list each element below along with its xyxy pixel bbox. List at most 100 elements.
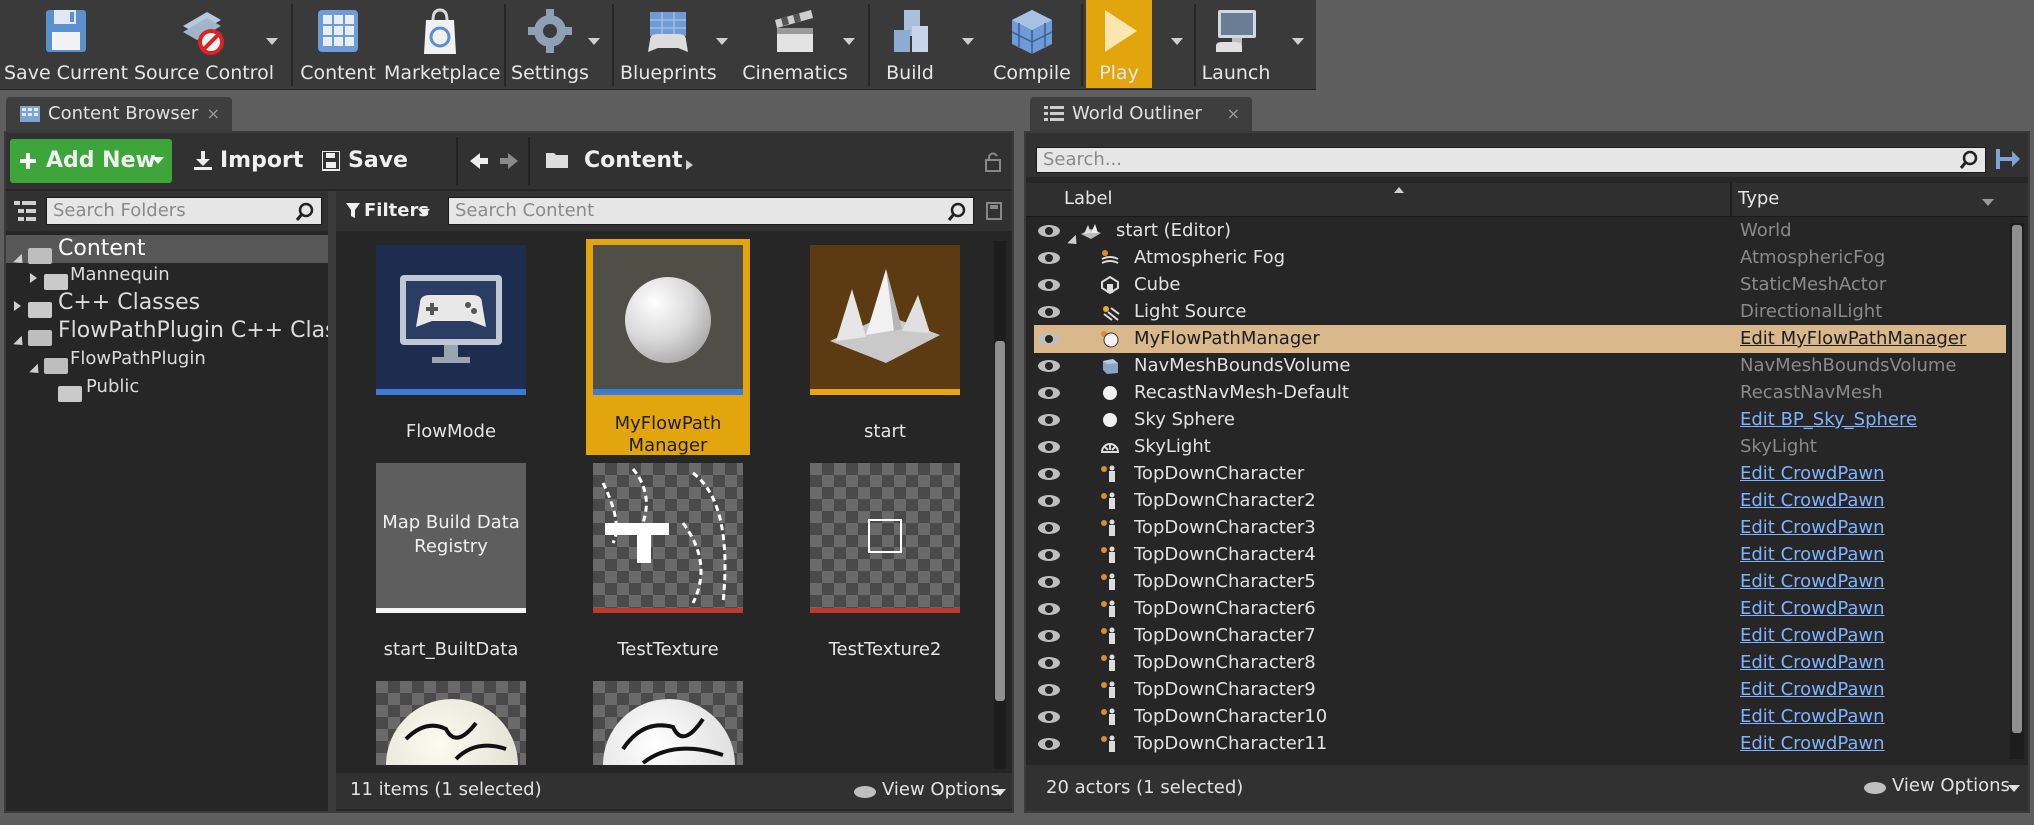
edit-actor-link[interactable]: Edit CrowdPawn <box>1740 649 1885 677</box>
outliner-row-world[interactable]: start (Editor) World <box>1034 217 2006 249</box>
outliner-row-myflowpathmanager[interactable]: MyFlowPathManager Edit MyFlowPathManager <box>1034 325 2006 353</box>
visibility-eye-icon[interactable] <box>1038 684 1060 696</box>
tree-item-cpp-classes[interactable]: C++ Classes <box>6 289 328 318</box>
play-button[interactable]: Play <box>1086 0 1152 88</box>
blueprints-dropdown-arrow[interactable] <box>716 38 728 45</box>
edit-actor-link[interactable]: Edit CrowdPawn <box>1740 541 1885 569</box>
panel-splitter[interactable] <box>328 191 336 811</box>
outliner-row-navmeshboundsvolume[interactable]: NavMeshBoundsVolume NavMeshBoundsVolume <box>1034 352 2006 380</box>
asset-tile-flowmode[interactable]: FlowMode <box>376 245 526 445</box>
chevron-down-icon[interactable] <box>1982 199 1994 206</box>
search-content-input[interactable]: Search Content <box>448 197 974 225</box>
outliner-row-recastnavmesh[interactable]: RecastNavMesh-Default RecastNavMesh <box>1034 379 2006 407</box>
visibility-eye-icon[interactable] <box>1038 711 1060 723</box>
tree-item-mannequin[interactable]: Mannequin <box>6 261 328 290</box>
collapse-arrow-icon[interactable] <box>30 262 37 290</box>
tree-item-public[interactable]: Public <box>6 373 328 402</box>
breadcrumb-content[interactable]: Content <box>584 139 683 183</box>
outliner-search-input[interactable]: Search... <box>1036 147 1986 173</box>
edit-actor-link[interactable]: Edit CrowdPawn <box>1740 622 1885 650</box>
visibility-eye-icon[interactable] <box>1038 225 1060 237</box>
tree-item-content[interactable]: Content <box>6 235 328 268</box>
visibility-eye-icon[interactable] <box>1038 387 1060 399</box>
edit-actor-link[interactable]: Edit CrowdPawn <box>1740 703 1885 731</box>
save-search-icon[interactable] <box>986 202 1002 220</box>
visibility-eye-icon[interactable] <box>1038 549 1060 561</box>
visibility-eye-icon[interactable] <box>1038 360 1060 372</box>
source-control-dropdown-arrow[interactable] <box>266 38 278 45</box>
sort-ascending-icon[interactable] <box>1394 187 1404 193</box>
visibility-eye-icon[interactable] <box>1038 576 1060 588</box>
asset-tile-testtexture[interactable]: TestTexture <box>593 463 743 663</box>
asset-tile-material[interactable] <box>376 681 526 765</box>
edit-actor-link[interactable]: Edit CrowdPawn <box>1740 595 1885 623</box>
tree-item-flowpathplugin-cpp[interactable]: FlowPathPlugin C++ Clas <box>6 317 337 350</box>
outliner-row-topdowncharacter[interactable]: TopDownCharacter Edit CrowdPawn <box>1034 460 2006 488</box>
cinematics-button[interactable]: Cinematics <box>740 0 850 88</box>
visibility-eye-icon[interactable] <box>1038 495 1060 507</box>
outliner-row-topdowncharacter5[interactable]: TopDownCharacter5 Edit CrowdPawn <box>1034 568 2006 596</box>
save-current-button[interactable]: Save Current <box>4 0 128 88</box>
visibility-eye-icon[interactable] <box>1038 333 1060 345</box>
outliner-row-topdowncharacter6[interactable]: TopDownCharacter6 Edit CrowdPawn <box>1034 595 2006 623</box>
outliner-row-skylight[interactable]: SkyLight SkyLight <box>1034 433 2006 461</box>
view-options-button[interactable]: View Options <box>852 777 1008 805</box>
visibility-eye-icon[interactable] <box>1038 657 1060 669</box>
search-folders-input[interactable]: Search Folders <box>46 197 322 225</box>
outliner-scrollbar-track[interactable] <box>2010 223 2024 759</box>
source-control-button[interactable]: Source Control <box>134 0 274 88</box>
edit-actor-link[interactable]: Edit CrowdPawn <box>1740 514 1885 542</box>
outliner-row-light-source[interactable]: Light Source DirectionalLight <box>1034 298 2006 326</box>
visibility-eye-icon[interactable] <box>1038 252 1060 264</box>
save-all-button[interactable]: Save All <box>316 139 446 217</box>
visibility-eye-icon[interactable] <box>1038 441 1060 453</box>
content-button[interactable]: Content <box>298 0 378 88</box>
edit-actor-link[interactable]: Edit MyFlowPathManager <box>1740 325 1966 353</box>
visibility-eye-icon[interactable] <box>1038 738 1060 750</box>
blueprints-button[interactable]: Blueprints <box>620 0 717 88</box>
tree-view-icon[interactable] <box>14 201 36 221</box>
asset-tile-material[interactable] <box>593 681 743 765</box>
lock-icon[interactable] <box>984 151 1004 173</box>
outliner-row-topdowncharacter4[interactable]: TopDownCharacter4 Edit CrowdPawn <box>1034 541 2006 569</box>
view-options-button[interactable]: View Options <box>1862 773 2024 801</box>
launch-dropdown-arrow[interactable] <box>1292 38 1304 45</box>
outliner-row-atmospheric-fog[interactable]: Atmospheric Fog AtmosphericFog <box>1034 244 2006 272</box>
outliner-row-topdowncharacter11[interactable]: TopDownCharacter11 Edit CrowdPawn <box>1034 730 2006 758</box>
tree-item-flowpathplugin[interactable]: FlowPathPlugin <box>6 345 328 378</box>
settings-button[interactable]: Settings <box>510 0 590 88</box>
outliner-row-topdowncharacter3[interactable]: TopDownCharacter3 Edit CrowdPawn <box>1034 514 2006 542</box>
visibility-eye-icon[interactable] <box>1038 414 1060 426</box>
asset-tile-myflowpathmanager[interactable]: MyFlowPath Manager <box>593 245 743 456</box>
visibility-eye-icon[interactable] <box>1038 306 1060 318</box>
build-dropdown-arrow[interactable] <box>962 38 974 45</box>
outliner-row-topdowncharacter2[interactable]: TopDownCharacter2 Edit CrowdPawn <box>1034 487 2006 515</box>
add-filter-icon[interactable] <box>1996 147 2022 171</box>
outliner-row-topdowncharacter9[interactable]: TopDownCharacter9 Edit CrowdPawn <box>1034 676 2006 704</box>
visibility-eye-icon[interactable] <box>1038 279 1060 291</box>
back-arrow-icon[interactable] <box>468 151 490 171</box>
outliner-row-topdowncharacter7[interactable]: TopDownCharacter7 Edit CrowdPawn <box>1034 622 2006 650</box>
outliner-row-topdowncharacter8[interactable]: TopDownCharacter8 Edit CrowdPawn <box>1034 649 2006 677</box>
outliner-scrollbar-thumb[interactable] <box>2012 225 2022 733</box>
forward-arrow-icon[interactable] <box>498 151 520 171</box>
edit-actor-link[interactable]: Edit CrowdPawn <box>1740 460 1885 488</box>
add-new-button[interactable]: Add New <box>10 139 172 183</box>
outliner-row-sky-sphere[interactable]: Sky Sphere Edit BP_Sky_Sphere <box>1034 406 2006 434</box>
edit-actor-link[interactable]: Edit CrowdPawn <box>1740 730 1885 758</box>
close-tab-icon[interactable]: × <box>1227 97 1240 131</box>
visibility-eye-icon[interactable] <box>1038 522 1060 534</box>
marketplace-button[interactable]: Marketplace <box>384 0 500 88</box>
asset-scrollbar-track[interactable] <box>994 241 1006 769</box>
edit-actor-link[interactable]: Edit CrowdPawn <box>1740 568 1885 596</box>
filters-button[interactable]: Filters <box>342 197 430 225</box>
edit-actor-link[interactable]: Edit CrowdPawn <box>1740 487 1885 515</box>
outliner-row-cube[interactable]: Cube StaticMeshActor <box>1034 271 2006 299</box>
close-tab-icon[interactable]: × <box>207 97 220 131</box>
edit-actor-link[interactable]: Edit BP_Sky_Sphere <box>1740 406 1917 434</box>
visibility-eye-icon[interactable] <box>1038 603 1060 615</box>
breadcrumb-chevron-icon[interactable] <box>686 155 693 174</box>
collapse-arrow-icon[interactable] <box>14 290 21 318</box>
label-column-header[interactable]: Label <box>1064 188 1113 209</box>
cinematics-dropdown-arrow[interactable] <box>843 38 855 45</box>
